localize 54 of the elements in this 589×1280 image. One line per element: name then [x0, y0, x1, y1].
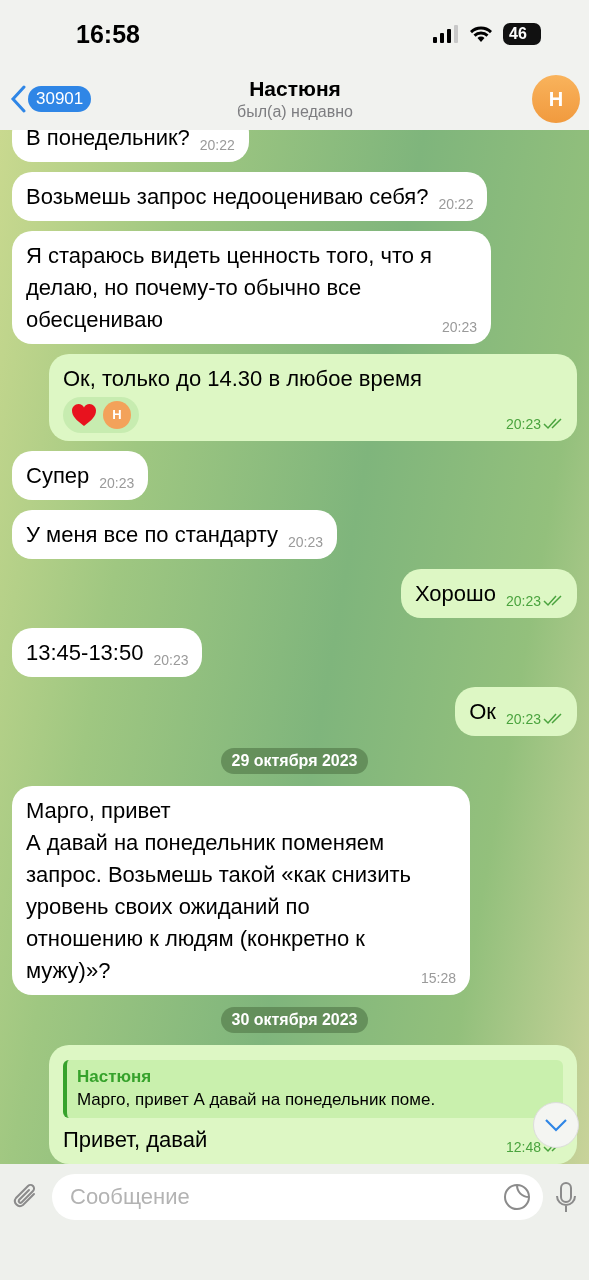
reply-quote[interactable]: Настюня Марго, привет А давай на понедельник поме. [63, 1060, 563, 1118]
message-text: У меня все по стандарту [26, 521, 279, 549]
message-time: 20:23 [99, 476, 135, 490]
message-text: Марго, привет А давай на понедельник поменяем запрос. Возьмешь такой «как снизить уровень своих ожиданий по отношению к людям (конкретно к мужу)»? [26, 797, 411, 985]
message-time: 20:23 [153, 653, 189, 667]
message-text: Ок, только до 14.30 в любое время [63, 365, 422, 393]
incoming-message[interactable]: Я стараюсь видеть ценность того, что я делаю, но почему-то обычно все обесцениваю 20:23 [12, 231, 491, 344]
incoming-message[interactable]: Супер 20:23 [12, 451, 149, 500]
status-time: 16:58 [76, 19, 140, 49]
message-text: В понедельник? [26, 130, 190, 152]
message-text: Супер [26, 462, 90, 490]
message-field[interactable]: Сообщение [52, 1174, 543, 1220]
message-time: 20:23 [505, 417, 541, 431]
outgoing-message[interactable]: Настюня Марго, привет А давай на понедельник поме. Привет, давай 12:48 [49, 1045, 577, 1164]
outgoing-message[interactable]: Ок, только до 14.30 в любое время Н 20:23 [49, 354, 577, 441]
reply-author: Настюня [77, 1066, 153, 1088]
heart-icon [71, 403, 97, 427]
unread-count: 30901 [28, 86, 92, 112]
message-text: Я стараюсь видеть ценность того, что я делаю, но почему-то обычно все обесцениваю [26, 242, 432, 334]
sticker-icon[interactable] [503, 1183, 531, 1211]
message-time: 12:48 [505, 1140, 541, 1154]
message-text: Ок [469, 698, 496, 726]
incoming-message[interactable]: Возьмешь запрос недооцениваю себя? 20:22 [12, 172, 488, 221]
battery-level: 46 [503, 23, 541, 45]
message-text: Возьмешь запрос недооцениваю себя? [26, 183, 429, 211]
signal-icon [433, 25, 459, 43]
outgoing-message[interactable]: Ок 20:23 [455, 687, 577, 736]
date-separator: 30 октября 2023 [221, 1007, 368, 1033]
message-time: 20:23 [288, 535, 324, 549]
date-separator: 29 октября 2023 [221, 748, 368, 774]
message-text: 13:45-13:50 [26, 639, 144, 667]
last-seen-status: был(а) недавно [237, 103, 353, 121]
message-time: 20:23 [441, 320, 477, 334]
chat-title: Настюня [249, 77, 341, 101]
message-time: 15:28 [420, 971, 456, 985]
microphone-button[interactable] [555, 1182, 577, 1214]
message-time: 20:22 [199, 138, 235, 152]
message-text: Привет, давай [63, 1126, 208, 1154]
microphone-icon [555, 1182, 577, 1214]
chevron-down-icon [544, 1118, 568, 1132]
incoming-message[interactable]: Марго, привет А давай на понедельник поменяем запрос. Возьмешь такой «как снизить уровень своих ожиданий по отношению к людям (конкретно к мужу)»? 15:28 [12, 786, 470, 995]
message-time: 20:23 [505, 594, 541, 608]
message-time: 20:23 [505, 712, 541, 726]
reactor-avatar: Н [103, 401, 131, 429]
incoming-message[interactable]: У меня все по стандарту 20:23 [12, 510, 338, 559]
wifi-icon [469, 25, 493, 43]
back-chevron-icon [10, 85, 26, 113]
outgoing-message[interactable]: Хорошо 20:23 [400, 569, 577, 618]
back-button[interactable]: 30901 [10, 85, 130, 113]
message-time: 20:22 [438, 197, 474, 211]
message-text: Хорошо [414, 580, 496, 608]
incoming-message[interactable]: В понедельник? 20:22 [12, 130, 249, 162]
reply-text: Марго, привет А давай на понедельник поме. [77, 1089, 437, 1111]
incoming-message[interactable]: 13:45-13:50 20:23 [12, 628, 203, 677]
